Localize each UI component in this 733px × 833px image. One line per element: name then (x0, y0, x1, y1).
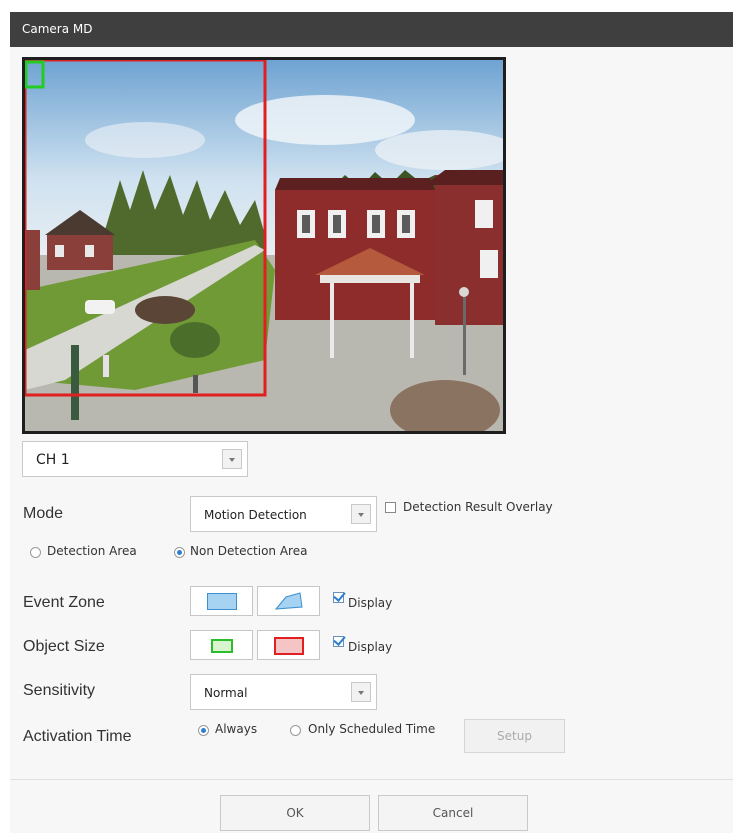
detection-area-radio[interactable] (30, 547, 41, 558)
overlay-label: Detection Result Overlay (403, 500, 553, 514)
polygon-zone-button[interactable] (257, 586, 320, 616)
activation-time-label: Activation Time (23, 728, 132, 745)
window-titlebar: Camera MD (10, 12, 733, 47)
max-size-button[interactable] (257, 630, 320, 660)
setup-button[interactable]: Setup (464, 719, 565, 753)
mode-label: Mode (23, 505, 64, 522)
event-zone-display-checkbox[interactable] (333, 592, 344, 603)
cancel-button[interactable]: Cancel (378, 795, 528, 831)
sensitivity-select-value: Normal (204, 686, 248, 700)
window-title: Camera MD (22, 22, 93, 36)
min-size-icon (211, 639, 233, 653)
event-zone-label: Event Zone (23, 594, 105, 611)
camera-preview[interactable] (22, 57, 506, 434)
chevron-down-icon[interactable] (351, 682, 371, 702)
object-size-display-label: Display (348, 640, 393, 654)
event-zone-display-label: Display (348, 596, 393, 610)
always-radio[interactable] (198, 725, 209, 736)
rectangle-zone-icon (207, 593, 237, 610)
overlay-checkbox[interactable] (385, 502, 396, 513)
object-size-display-checkbox[interactable] (333, 636, 344, 647)
scheduled-time-label: Only Scheduled Time (308, 722, 436, 736)
sensitivity-label: Sensitivity (23, 682, 96, 699)
object-size-label: Object Size (23, 638, 105, 655)
sensitivity-select[interactable]: Normal (190, 674, 377, 710)
scheduled-time-radio[interactable] (290, 725, 301, 736)
non-detection-area-radio[interactable] (174, 547, 185, 558)
chevron-down-icon[interactable] (351, 504, 371, 524)
chevron-down-icon[interactable] (222, 449, 242, 469)
detection-area-label: Detection Area (47, 544, 137, 558)
footer-divider (10, 779, 733, 780)
non-detection-area-label: Non Detection Area (190, 544, 308, 558)
mode-select[interactable]: Motion Detection (190, 496, 377, 532)
always-label: Always (215, 722, 258, 736)
channel-select-value: CH 1 (36, 452, 70, 468)
camera-preview-image (25, 60, 503, 431)
rectangle-zone-button[interactable] (190, 586, 253, 616)
ok-button[interactable]: OK (220, 795, 370, 831)
polygon-zone-icon (274, 592, 303, 610)
max-size-icon (274, 637, 304, 655)
min-size-button[interactable] (190, 630, 253, 660)
channel-select[interactable]: CH 1 (22, 441, 248, 477)
mode-select-value: Motion Detection (204, 508, 307, 522)
